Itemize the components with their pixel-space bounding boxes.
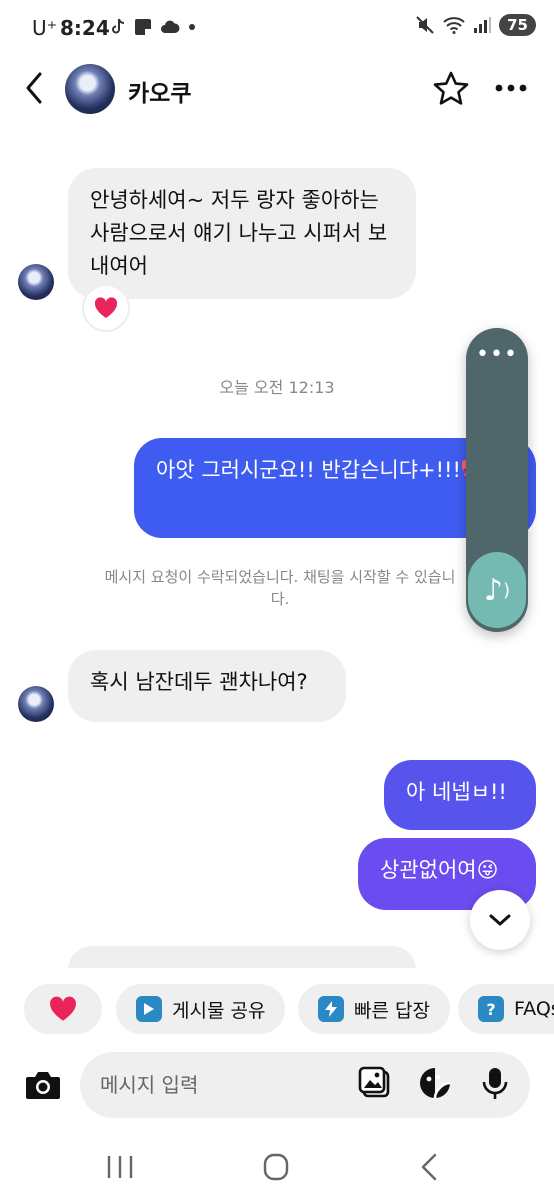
- status-bar: U⁺ 8:24 75: [0, 0, 554, 56]
- gallery-icon[interactable]: [358, 1066, 392, 1100]
- system-note: 메시지 요청이 수락되었습니다. 채팅을 시작할 수 있습니다.: [104, 568, 456, 608]
- back-nav-icon[interactable]: [410, 1152, 450, 1182]
- heart-icon: [50, 996, 76, 1021]
- home-icon[interactable]: [256, 1152, 296, 1182]
- message-text: 아앗 그러시군요!! 반갑슨니댜+!!!🎀🎀: [156, 458, 514, 482]
- microphone-icon[interactable]: [478, 1066, 512, 1100]
- message-text: 아 네넵ㅂ!!: [406, 780, 507, 804]
- bolt-icon: [318, 996, 344, 1022]
- chat-title[interactable]: 카오쿠: [128, 74, 191, 108]
- back-button[interactable]: [22, 70, 46, 106]
- share-post-button[interactable]: 게시물 공유: [116, 984, 286, 1034]
- faqs-label: FAQs: [514, 998, 554, 1020]
- sender-avatar[interactable]: [18, 264, 54, 300]
- play-icon: [136, 996, 162, 1022]
- chat-header: 카오쿠: [0, 56, 554, 126]
- message-text: 상관없어여😜: [380, 858, 499, 882]
- tiktok-icon: [112, 18, 125, 34]
- widget-menu-icon[interactable]: •••: [466, 342, 528, 367]
- message-text: 안녕하세여~ 저두 랑자 좋아하는 사람으로서 얘기 나누고 시퍼서 보내여어: [90, 188, 388, 278]
- heart-icon: [94, 297, 118, 318]
- star-icon[interactable]: [432, 70, 470, 108]
- quick-actions-bar: 게시물 공유 빠른 답장 ? FAQs: [0, 968, 554, 1046]
- scroll-down-button[interactable]: [470, 890, 530, 950]
- notification-icons: [110, 18, 196, 36]
- system-navigation-bar: [0, 1134, 554, 1200]
- system-icons: 75: [415, 14, 536, 36]
- chevron-down-icon: [489, 914, 511, 926]
- battery-indicator: 75: [499, 14, 536, 36]
- sender-avatar[interactable]: [18, 686, 54, 722]
- quick-heart-button[interactable]: [24, 984, 102, 1034]
- mute-icon: [416, 16, 434, 34]
- message-text: 혹시 남잔데두 괜차나여?: [90, 670, 308, 694]
- sticker-icon[interactable]: [418, 1066, 452, 1100]
- clock-time: 8:24: [60, 16, 110, 40]
- recent-apps-icon[interactable]: [100, 1152, 140, 1182]
- message-input[interactable]: [80, 1052, 530, 1118]
- camera-icon[interactable]: [24, 1068, 62, 1102]
- quick-reply-button[interactable]: 빠른 답장: [298, 984, 450, 1034]
- received-message[interactable]: 혹시 남잔데두 괜차나여?: [68, 650, 346, 722]
- heart-reaction[interactable]: [82, 284, 130, 332]
- message-input-bar: [0, 1048, 554, 1122]
- share-post-label: 게시물 공유: [172, 999, 266, 1022]
- wifi-icon: [443, 17, 465, 34]
- quick-reply-label: 빠른 답장: [354, 999, 430, 1022]
- floating-music-widget[interactable]: ••• ♪): [466, 328, 528, 632]
- sent-message[interactable]: 아 네넵ㅂ!!: [384, 760, 536, 830]
- received-message[interactable]: 안녕하세여~ 저두 랑자 좋아하는 사람으로서 얘기 나누고 시퍼서 보내여어: [68, 168, 416, 299]
- signal-icon: [474, 17, 492, 33]
- faqs-button[interactable]: ? FAQs: [458, 984, 554, 1034]
- carrier-label: U⁺: [32, 16, 58, 40]
- avatar[interactable]: [65, 64, 115, 114]
- music-note-icon[interactable]: ♪): [468, 552, 526, 628]
- more-options-icon[interactable]: [494, 76, 528, 100]
- app-notification-icon: [135, 19, 151, 35]
- dot-icon: [189, 24, 195, 30]
- question-icon: ?: [478, 996, 504, 1022]
- cloud-icon: [161, 20, 180, 33]
